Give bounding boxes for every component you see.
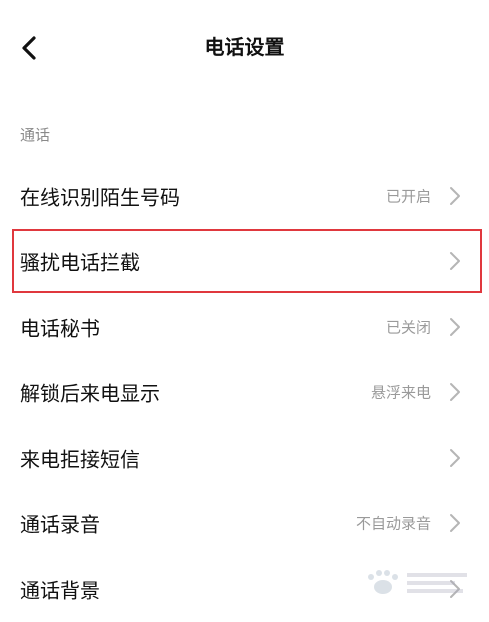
section-label-calls: 通话 bbox=[20, 126, 51, 144]
settings-item-label: 在线识别陌生号码 bbox=[20, 185, 180, 210]
chevron-right-icon bbox=[449, 251, 461, 271]
settings-item-label: 骚扰电话拦截 bbox=[20, 250, 140, 275]
chevron-right-icon bbox=[449, 382, 461, 402]
settings-item-call-secretary[interactable]: 电话秘书 已关闭 bbox=[0, 294, 489, 360]
chevron-right-icon bbox=[449, 186, 461, 206]
settings-list: 在线识别陌生号码 已开启 骚扰电话拦截 电话秘书 已关闭 解锁后来电显示 悬浮来… bbox=[0, 163, 489, 622]
settings-item-status: 不自动录音 bbox=[355, 514, 431, 533]
settings-item-status: 悬浮来电 bbox=[370, 383, 431, 402]
chevron-right-icon bbox=[449, 448, 461, 468]
settings-item-online-identify[interactable]: 在线识别陌生号码 已开启 bbox=[0, 163, 489, 229]
settings-item-label: 电话秘书 bbox=[20, 316, 100, 341]
header-bar: 电话设置 bbox=[0, 0, 489, 96]
settings-item-spam-block[interactable]: 骚扰电话拦截 bbox=[0, 229, 489, 295]
settings-item-call-recording[interactable]: 通话录音 不自动录音 bbox=[0, 491, 489, 557]
settings-item-label: 通话背景 bbox=[20, 578, 100, 603]
chevron-right-icon bbox=[449, 317, 461, 337]
settings-item-status: 已关闭 bbox=[385, 318, 431, 337]
baidu-jingyan-watermark-logo bbox=[361, 565, 471, 601]
settings-item-label: 来电拒接短信 bbox=[20, 447, 140, 472]
settings-item-status: 已开启 bbox=[385, 187, 431, 206]
page-title: 电话设置 bbox=[204, 35, 285, 59]
settings-item-label: 解锁后来电显示 bbox=[20, 381, 160, 406]
settings-item-reject-sms[interactable]: 来电拒接短信 bbox=[0, 425, 489, 491]
chevron-right-icon bbox=[449, 513, 461, 533]
settings-item-unlock-call-display[interactable]: 解锁后来电显示 悬浮来电 bbox=[0, 360, 489, 426]
settings-item-label: 通话录音 bbox=[20, 512, 100, 537]
